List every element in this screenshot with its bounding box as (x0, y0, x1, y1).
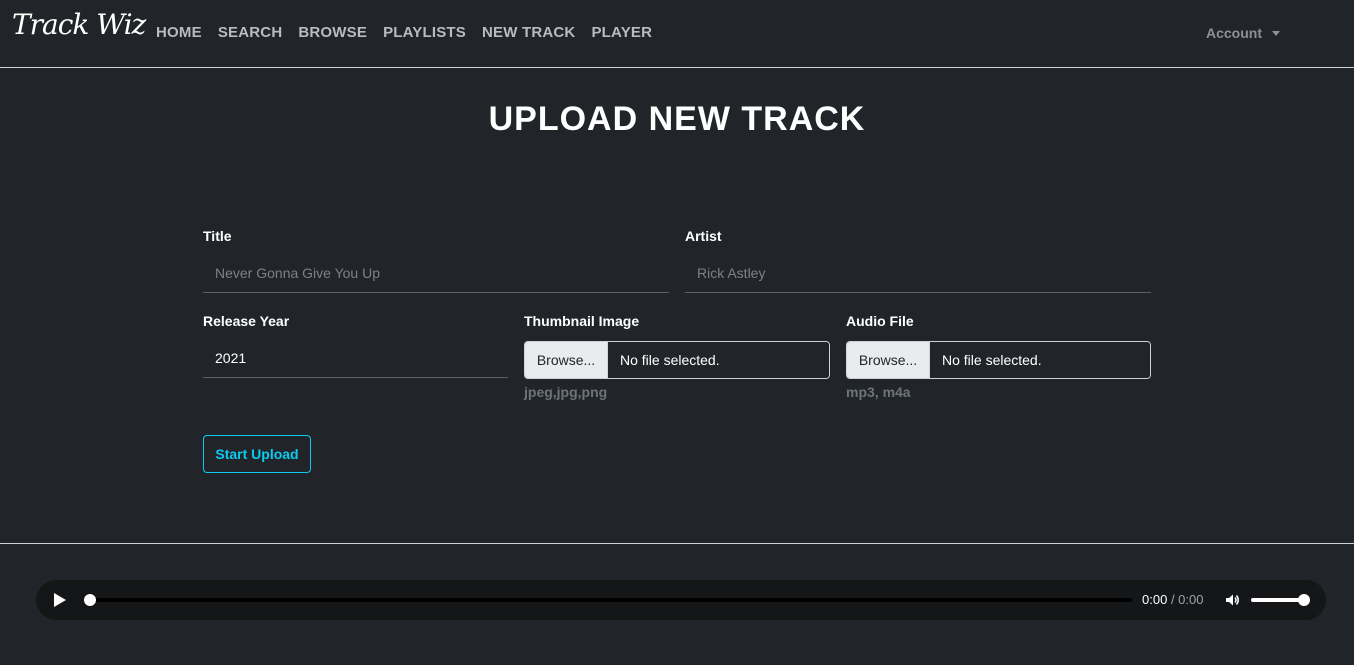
thumbnail-hint: jpeg,jpg,png (524, 384, 608, 400)
release-year-label: Release Year (203, 313, 290, 329)
start-upload-button[interactable]: Start Upload (203, 435, 311, 473)
progress-slider[interactable] (90, 598, 1132, 602)
nav-link-search[interactable]: SEARCH (218, 24, 283, 41)
nav-link-browse[interactable]: BROWSE (298, 24, 367, 41)
navbar: Track Wiz HOME SEARCH BROWSE PLAYLISTS N… (0, 0, 1354, 68)
audio-file-label: Audio File (846, 313, 914, 329)
page-title: UPLOAD NEW TRACK (488, 100, 866, 138)
nav-link-new-track[interactable]: NEW TRACK (482, 24, 575, 41)
audio-file-input[interactable]: Browse... No file selected. (846, 341, 1151, 379)
nav-link-player[interactable]: PLAYER (591, 24, 652, 41)
account-dropdown[interactable]: Account (1206, 25, 1280, 41)
volume-slider-thumb[interactable] (1298, 594, 1310, 606)
title-label: Title (203, 228, 232, 244)
progress-slider-thumb[interactable] (84, 594, 96, 606)
account-label: Account (1206, 25, 1262, 41)
divider (0, 543, 1354, 544)
nav-link-playlists[interactable]: PLAYLISTS (383, 24, 466, 41)
release-year-input[interactable] (203, 338, 508, 378)
brand-logo[interactable]: Track Wiz (12, 8, 146, 41)
audio-player: 0:00 / 0:00 (36, 580, 1326, 620)
thumbnail-file-input[interactable]: Browse... No file selected. (524, 341, 830, 379)
audio-browse-button[interactable]: Browse... (847, 342, 930, 378)
current-time: 0:00 (1142, 592, 1168, 607)
artist-input[interactable] (685, 253, 1151, 293)
audio-file-hint: mp3, m4a (846, 384, 911, 400)
nav-link-home[interactable]: HOME (156, 24, 202, 41)
duration: / 0:00 (1170, 592, 1204, 607)
title-input[interactable] (203, 253, 669, 293)
thumbnail-browse-button[interactable]: Browse... (525, 342, 608, 378)
volume-icon[interactable] (1224, 592, 1240, 608)
play-icon[interactable] (54, 593, 66, 607)
thumbnail-file-status: No file selected. (608, 342, 829, 378)
audio-file-status: No file selected. (930, 342, 1150, 378)
artist-label: Artist (685, 228, 722, 244)
time-display: 0:00 / 0:00 (1142, 592, 1203, 607)
nav-links: HOME SEARCH BROWSE PLAYLISTS NEW TRACK P… (156, 24, 652, 41)
chevron-down-icon (1272, 30, 1280, 36)
volume-slider[interactable] (1251, 598, 1305, 602)
thumbnail-label: Thumbnail Image (524, 313, 640, 329)
